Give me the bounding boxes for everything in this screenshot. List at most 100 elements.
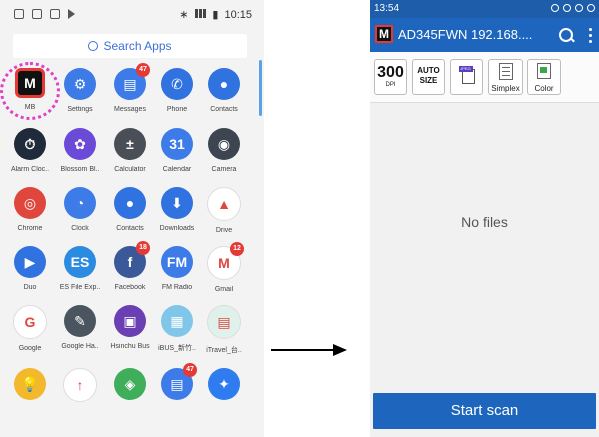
notification-badge: 47 (136, 63, 150, 77)
app-shortcut[interactable]: ● Contacts (202, 68, 246, 113)
itravel-icon: ▤ (207, 305, 241, 339)
app-shortcut[interactable]: M MB (0, 62, 60, 120)
app-shortcut[interactable]: ▶ Duo (8, 246, 52, 291)
arrow-icon (271, 344, 347, 356)
app-shortcut[interactable]: ± Calculator (108, 128, 152, 173)
app-label: Calendar (162, 166, 192, 173)
color-mode-button[interactable]: Color (527, 59, 561, 95)
fm-radio-icon: FM (161, 246, 193, 278)
app-shortcut[interactable]: ◈ (108, 368, 152, 406)
app-shortcut[interactable]: ✎ Google Ha.. (58, 305, 102, 350)
app-label: iBUS_新竹.. (158, 345, 196, 352)
app-label: iTravel_台.. (206, 347, 242, 354)
start-scan-button[interactable]: Start scan (373, 393, 596, 429)
app-shortcut[interactable]: M 12 Gmail (202, 242, 246, 293)
color-label: Color (534, 84, 554, 93)
app-label: Settings (67, 106, 93, 113)
simplex-button[interactable]: Simplex (488, 59, 523, 95)
app-row: G Google ✎ Google Ha.. ▣ Hsinchu Bus ▦ iBUS_新竹.… (0, 305, 258, 361)
app-row: 💡 ↑ ◈ ▤ 47 ✦ (0, 363, 258, 424)
app-label: FM Radio (161, 284, 193, 291)
gear-icon: ⚙ (64, 68, 96, 100)
app-row: ⏱ Alarm Cloc.. ✿ Blossom Bl.. ± Calculator 31 C… (0, 128, 258, 184)
app-shortcut[interactable]: ES ES File Exp.. (58, 246, 102, 291)
app-shortcut[interactable]: G Google (8, 305, 52, 352)
status-bar: ∗ ▮ 10:15 (0, 0, 264, 30)
app-shortcut[interactable]: 31 Calendar (155, 128, 199, 173)
app-shortcut[interactable]: ▤ 47 (155, 363, 199, 406)
search-apps-bar[interactable]: Search Apps (13, 34, 247, 58)
duo-icon: ▶ (14, 246, 46, 278)
upload-icon: ↑ (63, 368, 97, 402)
paper-size-button[interactable]: AUTO SIZE (412, 59, 445, 95)
more-options-icon[interactable] (589, 28, 592, 44)
app-shortcut[interactable]: ⬇ Downloads (155, 187, 199, 232)
gmail-icon: M 12 (207, 242, 244, 280)
downloads-icon: ⬇ (161, 187, 193, 219)
app-shortcut[interactable]: ⚙ Settings (58, 68, 102, 113)
app-shortcut[interactable]: ▤ 47 Messages (108, 63, 152, 113)
file-format-button[interactable]: JPEG (450, 59, 483, 95)
app-shortcut[interactable]: ◔ Clock (58, 187, 102, 232)
dpi-value: 300 (377, 64, 404, 81)
simplex-label: Simplex (491, 84, 520, 93)
app-label: Google Ha.. (61, 343, 99, 350)
app-label: Google (18, 345, 42, 352)
app-shortcut[interactable]: 💡 (8, 368, 52, 406)
google-icon: G (13, 305, 47, 339)
camera-icon: ◉ (208, 128, 240, 160)
empty-state-text: No files (461, 214, 508, 230)
clock-icon: ◔ (64, 187, 96, 219)
search-apps-label: Search Apps (103, 39, 172, 53)
app-shortcut[interactable]: ✦ (202, 368, 246, 406)
status-bar: 13:54 (370, 0, 599, 18)
blossom-game-icon: ✿ (64, 128, 96, 160)
app-shortcut[interactable]: f 18 Facebook (108, 241, 152, 291)
app-shortcut[interactable]: FM FM Radio (155, 246, 199, 291)
app-label: Calculator (114, 166, 146, 173)
app-label: Downloads (159, 225, 195, 232)
format-tag: JPEG (458, 66, 473, 72)
app-label: Facebook (114, 284, 146, 291)
app-label: Contacts (210, 106, 238, 113)
app-label: Blossom Bl.. (60, 166, 100, 173)
notification-badge: 47 (183, 363, 197, 377)
signal-icon (194, 8, 207, 21)
app-shortcut[interactable]: ● Contacts (108, 187, 152, 232)
app-shortcut[interactable]: ▤ iTravel_台.. (202, 305, 246, 355)
contacts-icon: ● (208, 68, 240, 100)
app-shortcut[interactable]: ▦ iBUS_新竹.. (155, 305, 199, 353)
phone-icon: ✆ (161, 68, 193, 100)
app-shortcut[interactable]: ✿ Blossom Bl.. (58, 128, 102, 173)
app-label: ES File Exp.. (59, 284, 101, 291)
app-shortcut[interactable]: ⏱ Alarm Cloc.. (8, 128, 52, 173)
status-time: 10:15 (224, 8, 252, 21)
jpeg-file-icon: JPEG (457, 66, 477, 84)
app-label: Drive (215, 227, 233, 234)
app-shortcut[interactable]: ◉ Camera (202, 128, 246, 173)
search-icon (88, 41, 99, 51)
app-shortcut[interactable]: ↑ (58, 368, 102, 408)
dpi-button[interactable]: 300 DPI (374, 59, 407, 95)
facebook-icon: f 18 (114, 241, 150, 278)
app-row: ◎ Chrome ◔ Clock ● Contacts ⬇ Downloads ▲ Drive (0, 187, 258, 243)
app-row: ▶ Duo ES ES File Exp.. f 18 Facebook FM FM Radio… (0, 241, 258, 302)
launcher-screen: ∗ ▮ 10:15 Search Apps M MB ⚙ Settings ▤ 47 Mes… (0, 0, 264, 437)
app-shortcut[interactable]: ◎ Chrome (8, 187, 52, 232)
bus-icon: ▣ (114, 305, 146, 337)
message-icon: ▤ 47 (114, 63, 150, 100)
app-shortcut[interactable]: ✆ Phone (155, 68, 199, 113)
app-label: Chrome (17, 225, 43, 232)
app-shortcut[interactable]: ▲ Drive (202, 187, 246, 234)
scrollbar[interactable] (259, 60, 262, 116)
app-shortcut[interactable]: ▣ Hsinchu Bus (108, 305, 152, 350)
google-handwriting-icon: ✎ (64, 305, 96, 337)
app-label: Clock (71, 225, 89, 232)
drive-icon: ▲ (207, 187, 241, 221)
signal-icon (587, 4, 595, 12)
search-icon[interactable] (559, 28, 573, 42)
messages-icon: ▤ 47 (161, 363, 197, 400)
ibus-icon: ▦ (161, 305, 193, 337)
notification-icon (50, 9, 60, 19)
app-label: Duo (23, 284, 37, 291)
